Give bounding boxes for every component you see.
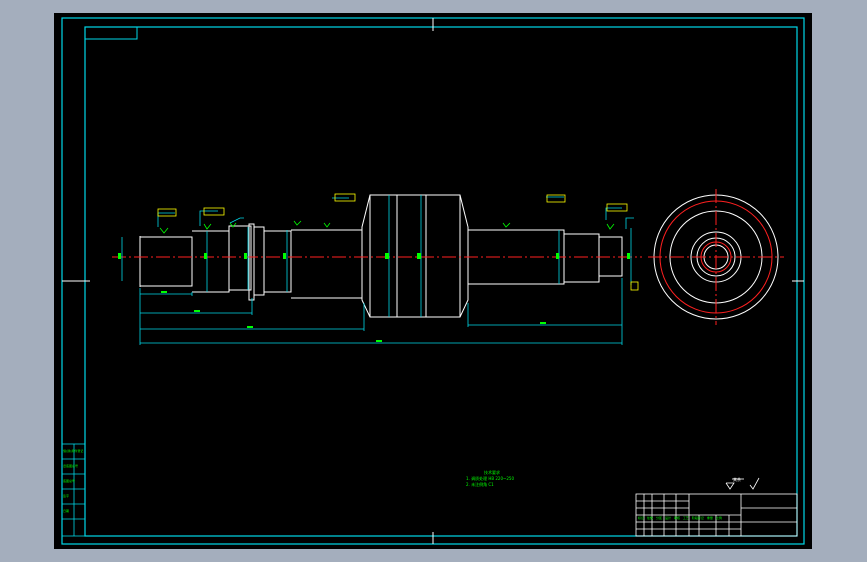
code-box [84, 26, 138, 40]
tb-cell: 分区 [655, 516, 662, 520]
tb-cell: 阶段标记 [691, 516, 704, 520]
tech-req-line-2: 2. 未注倒角 C1 [466, 482, 494, 487]
tb-cell: 设计 [664, 516, 671, 520]
title-block-labels: 标记 处数 分区 设计 审核 工艺 阶段标记 重量 比例 [638, 516, 722, 520]
surface-finish-note: 其余 [733, 477, 741, 482]
corner-finish-symbol [725, 477, 760, 490]
side-table-cell: 底图总号 [63, 479, 76, 483]
title-block-grid [635, 493, 798, 537]
tb-cell: 审核 [673, 516, 680, 520]
shaft-end-view[interactable] [648, 189, 784, 325]
side-table-cell: 日期 [63, 509, 70, 513]
tb-cell: 工艺 [682, 516, 689, 520]
side-table-labels: 借(通)用件登记 旧底图总号 底图总号 签字 日期 [63, 444, 85, 519]
tb-cell: 标记 [638, 516, 645, 520]
shaft-front-view[interactable] [139, 194, 623, 318]
side-table-cell: 旧底图总号 [63, 464, 79, 468]
tb-cell: 处数 [646, 516, 653, 520]
side-table-cell: 签字 [63, 494, 70, 498]
dimension-lines [121, 195, 634, 345]
side-table-cell: 借(通)用件登记 [63, 449, 84, 453]
centering-marks [62, 18, 804, 544]
tolerance-tags [157, 193, 639, 291]
cad-model-space[interactable]: 技术要求 1. 调质处理 HB 220~250 2. 未注倒角 C1 其余 借(… [54, 13, 812, 549]
cad-drawing [61, 17, 805, 545]
tb-cell: 比例 [715, 516, 722, 520]
tb-cell: 重量 [706, 516, 713, 520]
outer-frame [61, 17, 805, 545]
technical-requirements: 技术要求 1. 调质处理 HB 220~250 2. 未注倒角 C1 [466, 470, 514, 488]
